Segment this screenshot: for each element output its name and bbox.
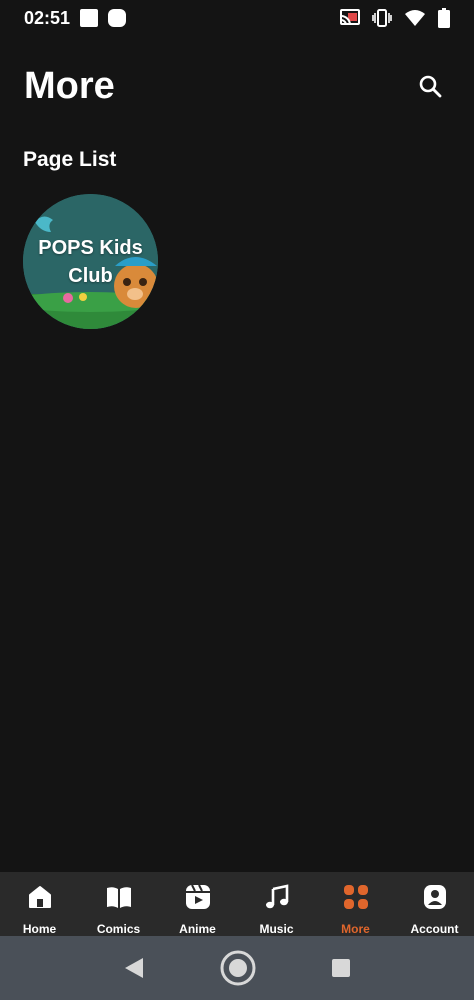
cast-icon: [340, 9, 360, 27]
nav-label: Account: [410, 922, 459, 936]
music-note-icon: [265, 884, 288, 909]
home-circle-icon: [220, 950, 256, 986]
nav-item-more[interactable]: More: [316, 872, 395, 936]
nav-item-account[interactable]: Account: [395, 872, 474, 936]
nav-item-home[interactable]: Home: [0, 872, 79, 936]
search-button[interactable]: [410, 66, 450, 106]
nav-label: Comics: [96, 922, 141, 936]
nav-label: More: [341, 922, 370, 936]
battery-icon: [438, 8, 450, 28]
reel-icon: [185, 884, 210, 909]
status-time: 02:51: [24, 7, 71, 28]
back-triangle-icon: [125, 958, 143, 978]
wifi-icon: [404, 9, 426, 27]
book-icon: [106, 887, 131, 908]
page-item-pops-kids-club[interactable]: POPS Kids Club: [23, 194, 158, 329]
status-bar: 02:51: [0, 0, 474, 36]
system-navigation-bar: [0, 936, 474, 1000]
nav-item-music[interactable]: Music: [237, 872, 316, 936]
nav-label: Music: [259, 922, 294, 936]
grid-icon: [343, 885, 368, 909]
nav-item-comics[interactable]: Comics: [79, 872, 158, 936]
header: More: [0, 56, 474, 116]
recents-square-icon: [332, 959, 350, 977]
notification-icon: [80, 9, 99, 27]
page-title: More: [24, 64, 115, 107]
account-icon: [423, 885, 446, 909]
notification-icon: [108, 9, 127, 27]
page-item-label: POPS Kids Club: [38, 236, 143, 287]
vibrate-icon: [372, 9, 392, 27]
bottom-navigation: Home Comics Anime Music More Account: [0, 872, 474, 936]
back-button[interactable]: [123, 956, 145, 980]
search-icon: [419, 75, 442, 98]
status-left: 02:51: [24, 7, 127, 29]
nav-label: Anime: [179, 922, 216, 936]
recents-button[interactable]: [331, 958, 351, 978]
section-title: Page List: [23, 148, 117, 171]
home-icon: [28, 886, 51, 908]
status-right: [340, 8, 450, 28]
nav-item-anime[interactable]: Anime: [158, 872, 237, 936]
home-system-button[interactable]: [219, 949, 257, 987]
nav-label: Home: [22, 922, 57, 936]
